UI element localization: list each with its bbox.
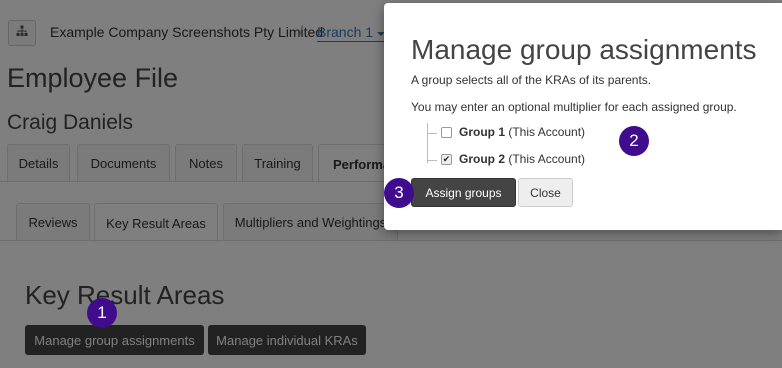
manage-groups-modal: Manage group assignments A group selects… <box>384 3 782 230</box>
group-account: (This Account) <box>508 125 586 139</box>
checkmark-icon: ✔ <box>442 153 451 164</box>
group-item: ✔ Group 2 (This Account) <box>441 152 585 166</box>
callout-badge-3: 3 <box>384 178 414 208</box>
employee-file-page: Example Company Screenshots Pty Limited … <box>0 0 782 368</box>
group-account: (This Account) <box>508 152 586 166</box>
tree-connector <box>427 123 428 163</box>
callout-badge-1: 1 <box>87 298 117 328</box>
tree-branch <box>427 133 437 134</box>
assign-groups-button[interactable]: Assign groups <box>411 178 516 207</box>
modal-title: Manage group assignments <box>411 34 757 65</box>
group-item: Group 1 (This Account) <box>441 125 585 139</box>
close-button[interactable]: Close <box>518 178 573 207</box>
group-name: Group 1 <box>459 125 506 139</box>
modal-multiplier-note: You may enter an optional multiplier for… <box>411 100 737 114</box>
modal-description: A group selects all of the KRAs of its p… <box>411 73 652 87</box>
tree-branch <box>427 160 437 161</box>
group-name: Group 2 <box>459 152 506 166</box>
group-2-checkbox[interactable]: ✔ <box>441 153 452 165</box>
group-1-checkbox[interactable] <box>441 126 452 138</box>
callout-badge-2: 2 <box>619 126 649 156</box>
